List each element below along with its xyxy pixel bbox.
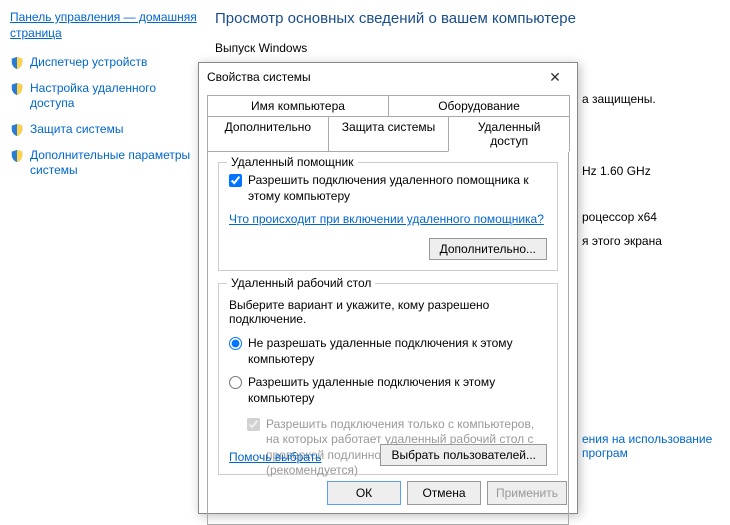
screen-text-fragment: я этого экрана [582,234,662,248]
rights-text-fragment: а защищены. [582,92,656,106]
system-properties-dialog: Свойства системы ✕ Имя компьютера Оборуд… [198,62,578,514]
allow-remote-label: Разрешить удаленные подключения к этому … [248,375,547,406]
apply-button: Применить [487,481,567,505]
allow-remote-assistance-label: Разрешить подключения удаленного помощни… [248,173,547,204]
tab-hardware[interactable]: Оборудование [388,95,570,116]
remote-desktop-description: Выберите вариант и укажите, кому разреше… [229,298,547,326]
control-panel-home-link[interactable]: Панель управления — домашняя страница [10,10,200,41]
remote-assistance-group: Удаленный помощник Разрешить подключения… [218,162,558,271]
tab-system-protection[interactable]: Защита системы [328,116,450,152]
remote-assistance-advanced-button[interactable]: Дополнительно... [429,238,547,260]
allow-remote-assistance-checkbox[interactable] [229,174,242,187]
ok-button[interactable]: ОК [327,481,401,505]
sidebar-item-label: Дополнительные параметры системы [30,148,200,179]
shield-icon [10,149,24,163]
dialog-button-row: ОК Отмена Применить [327,481,567,505]
sidebar-item-label: Диспетчер устройств [30,55,147,71]
shield-icon [10,123,24,137]
allow-remote-row[interactable]: Разрешить удаленные подключения к этому … [229,375,547,406]
close-button[interactable]: ✕ [535,65,575,89]
deny-remote-row[interactable]: Не разрешать удаленные подключения к это… [229,336,547,367]
dialog-title: Свойства системы [207,70,535,84]
sidebar-item-remote-settings[interactable]: Настройка удаленного доступа [10,81,200,112]
tab-remote-panel: Удаленный помощник Разрешить подключения… [207,151,569,525]
license-link-fragment[interactable]: ения на использование програм [582,432,730,460]
sidebar-item-system-protection[interactable]: Защита системы [10,122,200,138]
remote-assistance-help-link[interactable]: Что происходит при включении удаленного … [229,212,544,226]
sidebar-item-label: Настройка удаленного доступа [30,81,200,112]
arch-text-fragment: роцессор x64 [582,210,657,224]
page-heading: Просмотр основных сведений о вашем компь… [215,10,715,27]
select-users-button[interactable]: Выбрать пользователей... [380,444,547,466]
tab-remote[interactable]: Удаленный доступ [448,116,570,152]
remote-desktop-group: Удаленный рабочий стол Выберите вариант … [218,283,558,475]
allow-remote-assistance-row[interactable]: Разрешить подключения удаленного помощни… [229,173,547,204]
sidebar-item-device-manager[interactable]: Диспетчер устройств [10,55,200,71]
tab-computer-name[interactable]: Имя компьютера [207,95,389,116]
help-choose-link[interactable]: Помочь выбрать [229,450,322,464]
sidebar-item-advanced-settings[interactable]: Дополнительные параметры системы [10,148,200,179]
remote-desktop-group-title: Удаленный рабочий стол [227,276,375,290]
cancel-button[interactable]: Отмена [407,481,481,505]
tab-advanced[interactable]: Дополнительно [207,116,329,152]
dialog-titlebar[interactable]: Свойства системы ✕ [199,63,577,91]
cpu-text-fragment: Hz 1.60 GHz [582,164,651,178]
deny-remote-radio[interactable] [229,337,242,350]
main-content: Просмотр основных сведений о вашем компь… [215,10,715,61]
sidebar: Панель управления — домашняя страница Ди… [10,10,200,189]
nla-checkbox [247,418,260,431]
dialog-tabs: Имя компьютера Оборудование Дополнительн… [199,91,577,152]
sidebar-item-label: Защита системы [30,122,123,138]
shield-icon [10,82,24,96]
allow-remote-radio[interactable] [229,376,242,389]
close-icon: ✕ [549,69,561,86]
windows-edition-label: Выпуск Windows [215,41,715,55]
shield-icon [10,56,24,70]
remote-assistance-group-title: Удаленный помощник [227,155,358,169]
deny-remote-label: Не разрешать удаленные подключения к это… [248,336,547,367]
